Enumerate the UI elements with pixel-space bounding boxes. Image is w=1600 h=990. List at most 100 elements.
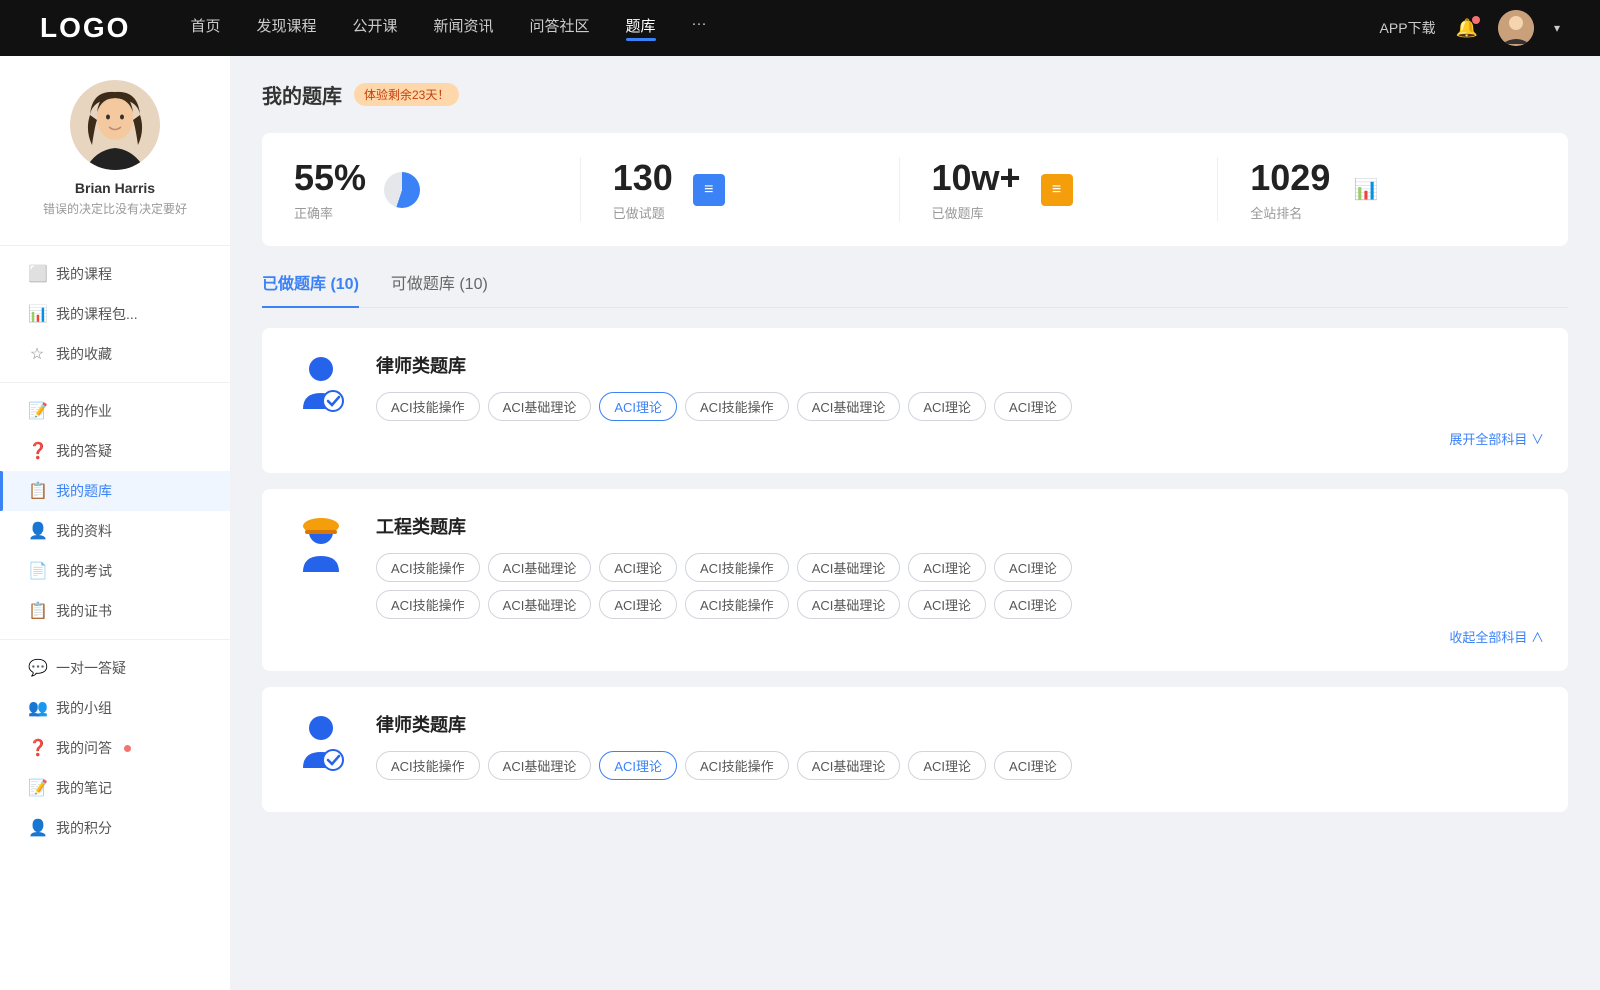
account-chevron[interactable]: ▾ [1554,21,1560,35]
sidebar-label-profile-data: 我的资料 [56,521,112,541]
tabs-bar: 已做题库 (10) 可做题库 (10) [262,270,1568,308]
bar-chart-icon: 📊 [1354,177,1379,202]
course-package-icon: 📊 [28,304,46,324]
sidebar-item-homework[interactable]: 📝 我的作业 [0,391,230,431]
eng-tag-r2-2[interactable]: ACI理论 [599,590,677,619]
avatar[interactable] [1498,10,1534,46]
sidebar-item-favorites[interactable]: ☆ 我的收藏 [0,334,230,374]
page-layout: Brian Harris 错误的决定比没有决定要好 ⬜ 我的课程 📊 我的课程包… [0,56,1600,990]
bank-footer-lawyer-1: 展开全部科目 ∨ [376,429,1544,449]
tag-0[interactable]: ACI技能操作 [376,392,480,421]
tag-2[interactable]: ACI理论 [599,392,677,421]
sidebar-label-my-questions: 我的问答 [56,738,112,758]
eng-tag-1[interactable]: ACI基础理论 [488,553,592,582]
sidebar-label-group: 我的小组 [56,698,112,718]
eng-tag-5[interactable]: ACI理论 [908,553,986,582]
done-questions-icon: ≡ [689,170,729,210]
nav-bank[interactable]: 题库 [626,15,656,41]
homework-icon: 📝 [28,401,46,421]
sidebar-item-exam[interactable]: 📄 我的考试 [0,551,230,591]
sidebar-item-my-questions[interactable]: ❓ 我的问答 [0,728,230,768]
ranking-icon: 📊 [1346,170,1386,210]
sidebar-divider-1 [0,245,230,246]
stat-done-questions-content: 130 已做试题 [613,157,673,222]
bank-card-lawyer-1: 律师类题库 ACI技能操作 ACI基础理论 ACI理论 ACI技能操作 ACI基… [262,328,1568,473]
sidebar-label-points: 我的积分 [56,818,112,838]
nav-news[interactable]: 新闻资讯 [434,15,494,41]
stat-accuracy: 55% 正确率 [294,157,581,222]
one-on-one-icon: 💬 [28,658,46,678]
l2-tag-3[interactable]: ACI技能操作 [685,751,789,780]
eng-tag-r2-6[interactable]: ACI理论 [994,590,1072,619]
sidebar-item-course[interactable]: ⬜ 我的课程 [0,254,230,294]
stat-ranking: 1029 全站排名 📊 [1218,157,1536,222]
bank-content-lawyer-2: 律师类题库 ACI技能操作 ACI基础理论 ACI理论 ACI技能操作 ACI基… [376,711,1544,788]
collapse-link-engineer[interactable]: 收起全部科目 ∧ [1449,630,1544,645]
tag-3[interactable]: ACI技能操作 [685,392,789,421]
expand-link-lawyer-1[interactable]: 展开全部科目 ∨ [1449,432,1544,447]
eng-tag-r2-0[interactable]: ACI技能操作 [376,590,480,619]
sidebar-label-notes: 我的笔记 [56,778,112,798]
l2-tag-5[interactable]: ACI理论 [908,751,986,780]
eng-tag-r2-4[interactable]: ACI基础理论 [797,590,901,619]
eng-tag-6[interactable]: ACI理论 [994,553,1072,582]
eng-tag-r2-5[interactable]: ACI理论 [908,590,986,619]
l2-tag-0[interactable]: ACI技能操作 [376,751,480,780]
sidebar: Brian Harris 错误的决定比没有决定要好 ⬜ 我的课程 📊 我的课程包… [0,56,230,990]
l2-tag-4[interactable]: ACI基础理论 [797,751,901,780]
sidebar-item-certificate[interactable]: 📋 我的证书 [0,591,230,631]
sidebar-item-profile-data[interactable]: 👤 我的资料 [0,511,230,551]
eng-tag-3[interactable]: ACI技能操作 [685,553,789,582]
eng-tag-r2-1[interactable]: ACI基础理论 [488,590,592,619]
eng-tag-4[interactable]: ACI基础理论 [797,553,901,582]
sidebar-label-certificate: 我的证书 [56,601,112,621]
tab-done-banks[interactable]: 已做题库 (10) [262,270,359,308]
favorites-icon: ☆ [28,344,46,364]
eng-tag-r2-3[interactable]: ACI技能操作 [685,590,789,619]
tag-5[interactable]: ACI理论 [908,392,986,421]
sidebar-item-notes[interactable]: 📝 我的笔记 [0,768,230,808]
l2-tag-1[interactable]: ACI基础理论 [488,751,592,780]
tag-4[interactable]: ACI基础理论 [797,392,901,421]
notification-bell[interactable]: 🔔 [1456,18,1478,39]
l2-tag-6[interactable]: ACI理论 [994,751,1072,780]
profile-section: Brian Harris 错误的决定比没有决定要好 [0,80,230,237]
sidebar-label-exam: 我的考试 [56,561,112,581]
group-icon: 👥 [28,698,46,718]
bank-tags-lawyer-1: ACI技能操作 ACI基础理论 ACI理论 ACI技能操作 ACI基础理论 AC… [376,392,1544,421]
bank-name-lawyer-1: 律师类题库 [376,352,1544,378]
bank-tags-engineer-row1: ACI技能操作 ACI基础理论 ACI理论 ACI技能操作 ACI基础理论 AC… [376,553,1544,582]
sidebar-item-qa[interactable]: ❓ 我的答疑 [0,431,230,471]
stat-done-banks-value: 10w+ [932,157,1021,199]
stat-done-banks-content: 10w+ 已做题库 [932,157,1021,222]
page-title: 我的题库 [262,80,342,109]
stat-done-banks-label: 已做题库 [932,203,1021,222]
tab-available-banks[interactable]: 可做题库 (10) [391,270,488,308]
eng-tag-2[interactable]: ACI理论 [599,553,677,582]
stats-card: 55% 正确率 130 已做试题 ≡ 10w+ 已做题库 [262,133,1568,246]
nav-home[interactable]: 首页 [190,15,220,41]
nav-more[interactable]: ··· [692,15,707,41]
app-download-btn[interactable]: APP下载 [1380,18,1436,38]
nav-open-course[interactable]: 公开课 [352,15,397,41]
certificate-icon: 📋 [28,601,46,621]
sidebar-item-one-on-one[interactable]: 💬 一对一答疑 [0,648,230,688]
tag-6[interactable]: ACI理论 [994,392,1072,421]
sidebar-item-question-bank[interactable]: 📋 我的题库 [0,471,230,511]
bank-tags-engineer-row2: ACI技能操作 ACI基础理论 ACI理论 ACI技能操作 ACI基础理论 AC… [376,590,1544,619]
accuracy-icon [382,170,422,210]
tag-1[interactable]: ACI基础理论 [488,392,592,421]
bank-card-lawyer-2: 律师类题库 ACI技能操作 ACI基础理论 ACI理论 ACI技能操作 ACI基… [262,687,1568,812]
stat-done-questions: 130 已做试题 ≡ [581,157,900,222]
sidebar-item-points[interactable]: 👤 我的积分 [0,808,230,848]
nav-discover[interactable]: 发现课程 [256,15,316,41]
engineer-svg [289,516,353,580]
sidebar-divider-3 [0,639,230,640]
sidebar-item-course-package[interactable]: 📊 我的课程包... [0,294,230,334]
eng-tag-0[interactable]: ACI技能操作 [376,553,480,582]
sidebar-item-group[interactable]: 👥 我的小组 [0,688,230,728]
l2-tag-2[interactable]: ACI理论 [599,751,677,780]
done-banks-icon: ≡ [1037,170,1077,210]
nav-qa[interactable]: 问答社区 [530,15,590,41]
bank-header-lawyer-2: 律师类题库 ACI技能操作 ACI基础理论 ACI理论 ACI技能操作 ACI基… [286,711,1544,788]
